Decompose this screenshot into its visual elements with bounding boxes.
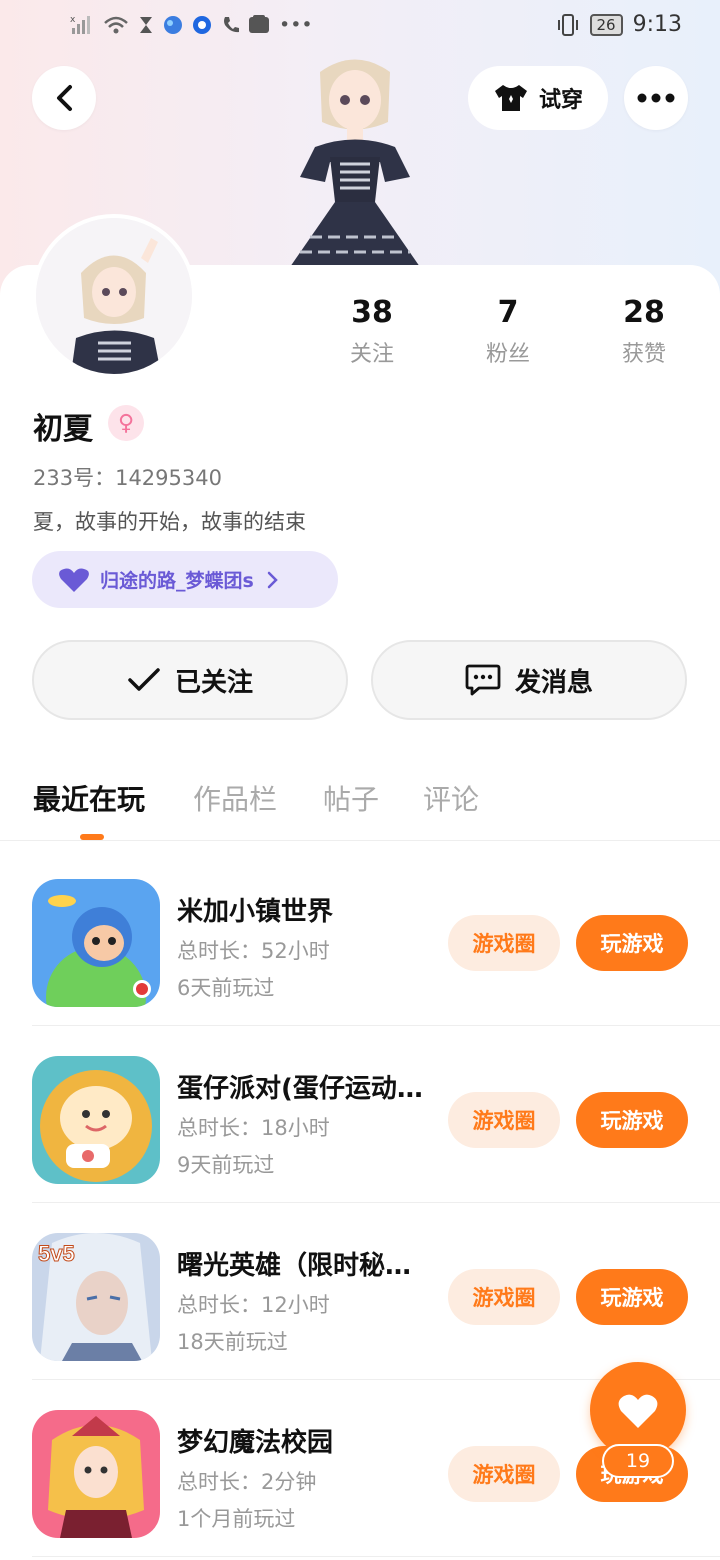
game-icon-eggy-party[interactable] bbox=[32, 1056, 160, 1184]
app-icon bbox=[193, 16, 211, 34]
tshirt-icon bbox=[494, 85, 527, 111]
back-button[interactable] bbox=[32, 66, 96, 130]
play-game-button[interactable]: 玩游戏 bbox=[576, 1092, 688, 1148]
game-playtime: 总时长：18小时 bbox=[177, 1116, 330, 1140]
more-options-button[interactable] bbox=[624, 66, 688, 130]
stat-following-label: 关注 bbox=[349, 342, 394, 367]
stat-likes-label: 获赞 bbox=[621, 342, 666, 367]
group-name-label: 归途的路_梦蝶团s bbox=[100, 570, 254, 592]
clock: 9:13 bbox=[632, 12, 682, 37]
play-game-button[interactable]: 玩游戏 bbox=[576, 1269, 688, 1325]
stat-following-count: 38 bbox=[351, 295, 393, 330]
profile-tabs: 最近在玩 作品栏 帖子 评论 bbox=[0, 770, 720, 840]
game-title: 梦幻魔法校园 bbox=[177, 1428, 334, 1458]
chevron-left-icon bbox=[57, 85, 72, 111]
game-playtime: 总时长：12小时 bbox=[177, 1293, 330, 1317]
game-list-item[interactable]: 蛋仔派对(蛋仔运动… 总时长：18小时 9天前玩过 游戏圈 玩游戏 bbox=[0, 1026, 720, 1203]
hourglass-icon bbox=[140, 17, 152, 33]
heart-icon bbox=[618, 1394, 658, 1428]
chevron-right-icon bbox=[267, 571, 278, 588]
svg-text:x: x bbox=[70, 15, 76, 25]
tab-comments[interactable]: 评论 bbox=[423, 778, 479, 818]
game-last-played: 18天前玩过 bbox=[177, 1330, 288, 1354]
game-last-played: 6天前玩过 bbox=[177, 976, 275, 1000]
avatar[interactable] bbox=[32, 214, 196, 378]
game-icon-badge: 5v5 bbox=[38, 1241, 75, 1266]
game-playtime: 总时长：52小时 bbox=[177, 939, 330, 963]
tab-posts[interactable]: 帖子 bbox=[323, 778, 379, 818]
game-icon-image bbox=[32, 1410, 160, 1538]
game-list-item[interactable]: 5v5 曙光英雄（限时秘… 总时长：12小时 18天前玩过 游戏圈 玩游戏 bbox=[0, 1203, 720, 1380]
huawei-icon bbox=[249, 15, 269, 33]
game-circle-button[interactable]: 游戏圈 bbox=[448, 1446, 560, 1502]
wifi-icon bbox=[104, 16, 128, 34]
stat-likes[interactable]: 28 获赞 bbox=[584, 295, 704, 368]
username: 初夏 bbox=[33, 412, 93, 447]
following-label: 已关注 bbox=[174, 667, 253, 698]
game-icon-image bbox=[32, 879, 160, 1007]
avatar-character-figure bbox=[290, 59, 420, 267]
game-circle-button[interactable]: 游戏圈 bbox=[448, 915, 560, 971]
send-message-label: 发消息 bbox=[514, 667, 593, 698]
stat-likes-count: 28 bbox=[623, 295, 665, 330]
game-title: 米加小镇世界 bbox=[177, 897, 334, 927]
heart-icon bbox=[59, 568, 89, 592]
avatar-portrait-image bbox=[36, 218, 192, 374]
game-icon-image bbox=[32, 1056, 160, 1184]
phone-icon bbox=[224, 17, 239, 33]
following-button[interactable]: 已关注 bbox=[32, 640, 348, 720]
game-playtime: 总时长：2分钟 bbox=[177, 1470, 317, 1494]
tabs-divider bbox=[0, 840, 720, 841]
game-icon-image: 5v5 bbox=[32, 1233, 160, 1361]
stat-followers-count: 7 bbox=[497, 295, 519, 330]
game-last-played: 9天前玩过 bbox=[177, 1153, 275, 1177]
signal-x-icon: x bbox=[70, 15, 90, 34]
more-dots-icon: ••• bbox=[279, 14, 313, 36]
user-bio: 夏，故事的开始，故事的结束 bbox=[33, 510, 306, 534]
row-divider bbox=[32, 1556, 720, 1557]
chat-bubble-icon bbox=[465, 664, 501, 696]
status-icons-right: 26 9:13 bbox=[556, 12, 682, 37]
game-last-played: 1个月前玩过 bbox=[177, 1507, 296, 1531]
stat-followers[interactable]: 7 粉丝 bbox=[448, 295, 568, 368]
stat-following[interactable]: 38 关注 bbox=[312, 295, 432, 368]
tab-works[interactable]: 作品栏 bbox=[193, 778, 277, 818]
group-badge-link[interactable]: 归途的路_梦蝶团s bbox=[32, 551, 338, 608]
game-circle-button[interactable]: 游戏圈 bbox=[448, 1269, 560, 1325]
like-count-badge: 19 bbox=[602, 1444, 674, 1478]
game-icon-dawn-hero[interactable]: 5v5 bbox=[32, 1233, 160, 1361]
try-on-label: 试穿 bbox=[538, 88, 583, 113]
game-title: 蛋仔派对(蛋仔运动… bbox=[177, 1074, 423, 1104]
status-icons-left: x ••• bbox=[70, 14, 313, 36]
status-bar: x ••• 26 9:13 bbox=[0, 0, 720, 56]
game-title: 曙光英雄（限时秘… bbox=[177, 1251, 412, 1281]
game-icon-magic-school[interactable] bbox=[32, 1410, 160, 1538]
try-on-button[interactable]: 试穿 bbox=[468, 66, 608, 130]
tab-recently-played[interactable]: 最近在玩 bbox=[33, 778, 145, 818]
play-game-button[interactable]: 玩游戏 bbox=[576, 915, 688, 971]
game-list-item[interactable]: 米加小镇世界 总时长：52小时 6天前玩过 游戏圈 玩游戏 bbox=[0, 849, 720, 1026]
game-icon-mijia[interactable] bbox=[32, 879, 160, 1007]
game-circle-button[interactable]: 游戏圈 bbox=[448, 1092, 560, 1148]
more-dots-icon bbox=[637, 93, 675, 103]
user-id: 233号：14295340 bbox=[33, 466, 222, 490]
battery-indicator: 26 bbox=[589, 13, 623, 36]
send-message-button[interactable]: 发消息 bbox=[371, 640, 687, 720]
globe-icon bbox=[164, 16, 182, 34]
checkmark-icon bbox=[128, 668, 160, 691]
vibrate-icon bbox=[557, 13, 578, 36]
female-gender-icon: ♀ bbox=[108, 405, 144, 441]
stat-followers-label: 粉丝 bbox=[485, 342, 530, 367]
